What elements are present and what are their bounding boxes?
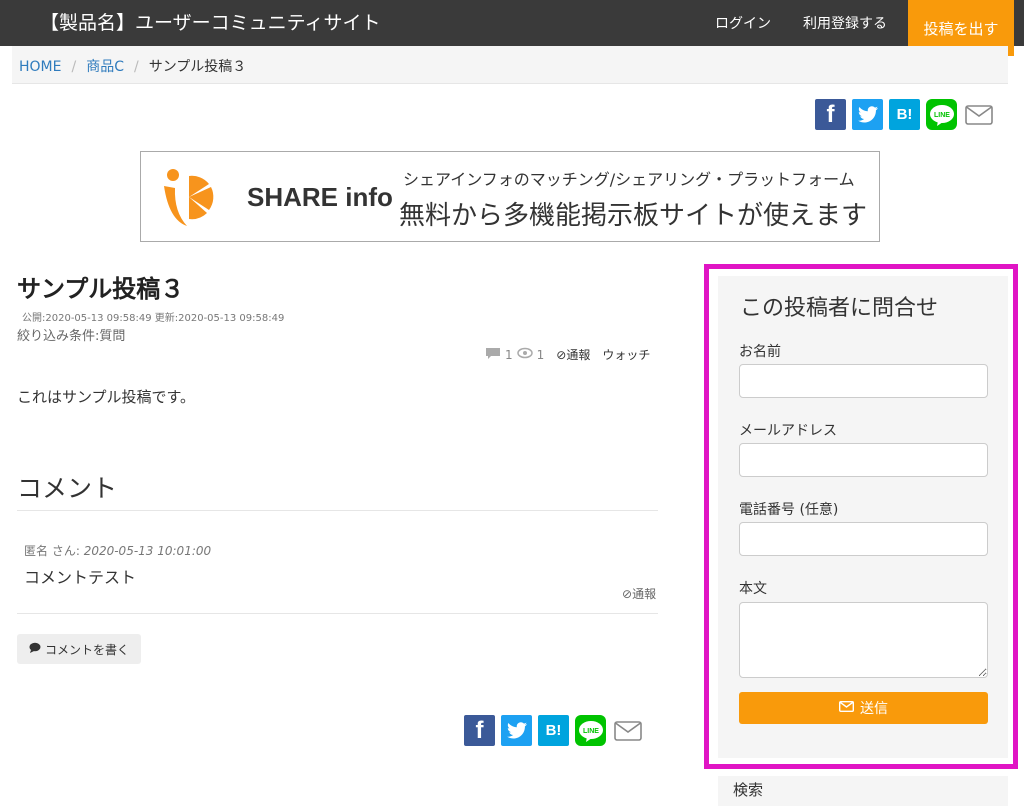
ban-icon: ⊘ [622, 587, 633, 601]
share-info-banner[interactable]: SHARE info シェアインフォのマッチング/シェアリング・プラットフォーム… [140, 151, 880, 242]
post-meta: 1 1 ⊘通報 ウォッチ [485, 346, 650, 363]
write-comment-label: コメントを書く [44, 642, 129, 657]
line-icon[interactable]: LINE [575, 715, 606, 746]
sidebar-search-heading: 検索 [718, 776, 1008, 806]
mail-icon[interactable] [612, 715, 643, 746]
comment-count: 1 [505, 347, 513, 362]
email-field[interactable] [739, 443, 988, 477]
register-link[interactable]: 利用登録する [803, 13, 887, 33]
email-label: メールアドレス [739, 423, 837, 439]
hatena-glyph: B! [545, 722, 562, 739]
send-button[interactable]: 送信 [739, 692, 988, 724]
divider [17, 510, 658, 511]
hatena-bookmark-icon[interactable]: B! [889, 99, 920, 130]
write-comment-button[interactable]: コメントを書く [17, 634, 141, 664]
divider [17, 613, 658, 614]
banner-headline: 無料から多機能掲示板サイトが使えます [399, 201, 868, 231]
comment-author-name: 匿名 さん [24, 544, 76, 558]
post-dates: 公開:2020-05-13 09:58:49 更新:2020-05-13 09:… [22, 313, 285, 324]
facebook-glyph: f [826, 100, 835, 128]
top-navbar: 【製品名】ユーザーコミュニティサイト ログイン 利用登録する [0, 0, 1024, 46]
post-title: サンプル投稿３ [17, 275, 185, 303]
banner-tagline: シェアインフォのマッチング/シェアリング・プラットフォーム [403, 170, 855, 189]
comment-report-link[interactable]: ⊘通報 [622, 585, 656, 602]
breadcrumb: HOME / 商品C / サンプル投稿３ [12, 46, 1008, 84]
name-field[interactable] [739, 364, 988, 398]
banner-brand: SHARE info [247, 182, 393, 212]
twitter-icon[interactable] [852, 99, 883, 130]
breadcrumb-separator: / [133, 59, 139, 75]
contact-form-title: この投稿者に問合せ [740, 296, 939, 321]
breadcrumb-current: サンプル投稿３ [148, 59, 247, 75]
hatena-glyph: B! [896, 106, 913, 123]
watch-link[interactable]: ウォッチ [602, 346, 650, 363]
login-link[interactable]: ログイン [715, 13, 771, 33]
comment-time: 2020-05-13 10:01:00 [83, 544, 212, 558]
view-count-icon [516, 347, 533, 362]
mail-icon[interactable] [963, 99, 994, 130]
message-textarea[interactable] [739, 602, 988, 678]
twitter-icon[interactable] [501, 715, 532, 746]
breadcrumb-category[interactable]: 商品C [86, 59, 124, 75]
comment-report-label: 通報 [632, 587, 657, 601]
phone-label: 電話番号 (任意) [739, 502, 839, 518]
speech-bubble-icon [29, 642, 41, 656]
breadcrumb-separator: / [71, 59, 77, 75]
body-label: 本文 [739, 581, 767, 597]
comment-count-icon [485, 347, 501, 363]
share-bar-top: f B! LINE [815, 99, 994, 130]
facebook-icon[interactable]: f [815, 99, 846, 130]
post-body: これはサンプル投稿です。 [17, 388, 196, 406]
envelope-icon [838, 700, 855, 716]
line-glyph: LINE [934, 112, 950, 119]
report-label: 通報 [566, 348, 591, 362]
comment-text: コメントテスト [24, 568, 137, 587]
post-filter: 絞り込み条件:質問 [17, 329, 126, 344]
site-title[interactable]: 【製品名】ユーザーコミュニティサイト [40, 8, 380, 35]
facebook-icon[interactable]: f [464, 715, 495, 746]
facebook-glyph: f [475, 716, 484, 744]
phone-field[interactable] [739, 522, 988, 556]
comment-author: 匿名 さん: 2020-05-13 10:01:00 [24, 544, 212, 558]
ban-icon: ⊘ [556, 348, 567, 362]
comments-heading: コメント [17, 474, 118, 503]
send-label: 送信 [860, 701, 888, 717]
name-label: お名前 [739, 344, 781, 360]
report-link[interactable]: ⊘通報 [556, 346, 590, 363]
line-icon[interactable]: LINE [926, 99, 957, 130]
share-bar-bottom: f B! LINE [464, 715, 643, 746]
line-glyph: LINE [583, 728, 599, 735]
breadcrumb-home[interactable]: HOME [19, 59, 61, 75]
hatena-bookmark-icon[interactable]: B! [538, 715, 569, 746]
view-count: 1 [536, 347, 545, 362]
share-info-logo-icon [159, 164, 239, 234]
